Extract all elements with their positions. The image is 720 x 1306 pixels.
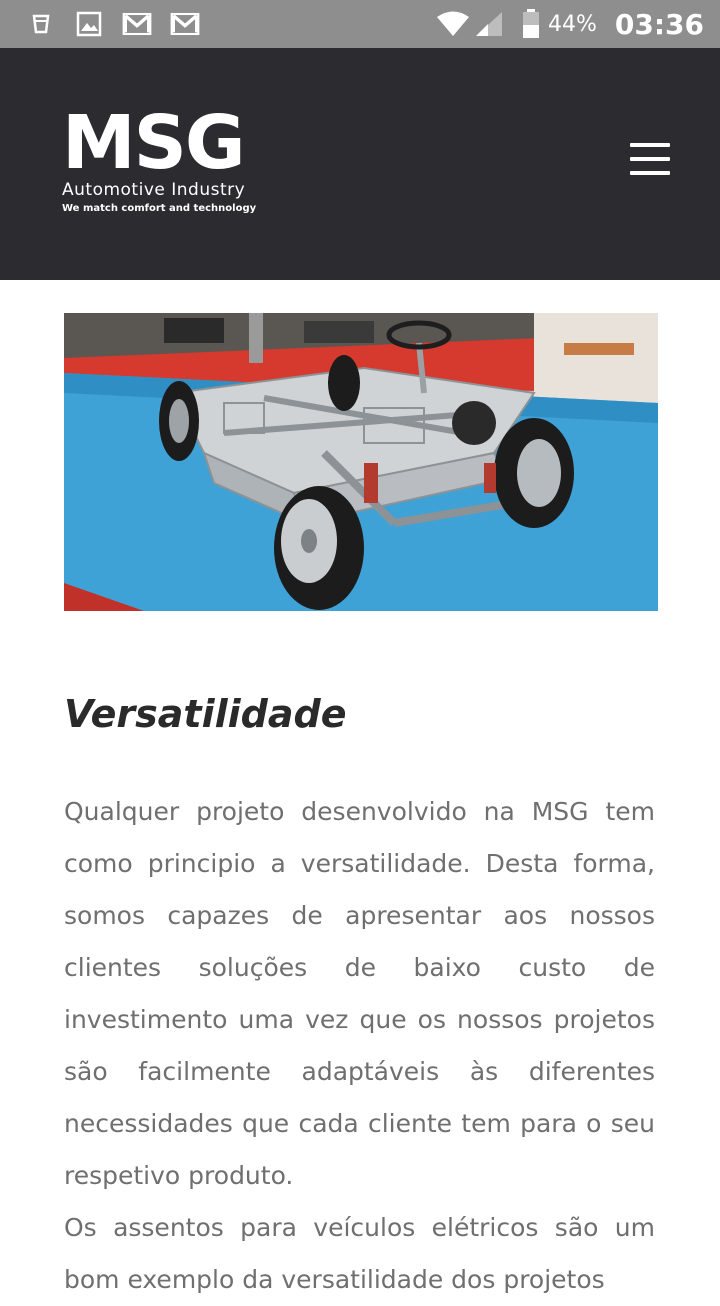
logo-subtitle: Automotive Industry — [62, 180, 246, 200]
chassis-photo — [64, 313, 658, 611]
clock: 03:36 — [614, 7, 704, 41]
article: Versatilidade Qualquer projeto desenvolv… — [64, 686, 655, 1306]
section-title: Versatilidade — [64, 692, 347, 736]
gmail-icon — [170, 12, 200, 36]
signal-icon — [475, 12, 502, 36]
cup-icon — [32, 14, 50, 34]
brand-logo[interactable]: MSG Automotive Industry We match comfort… — [62, 106, 262, 216]
status-bar: 44% 03:36 — [0, 0, 720, 48]
logo-tagline: We match comfort and technology — [62, 203, 257, 214]
wifi-icon — [436, 11, 469, 36]
menu-bar — [630, 143, 670, 147]
logo-text: MSG — [62, 106, 244, 176]
image-icon — [76, 11, 102, 37]
battery-icon — [522, 9, 539, 38]
battery-percent: 44% — [547, 11, 597, 37]
menu-bar — [630, 171, 670, 175]
article-paragraph: Qualquer projeto desenvolvido na MSG tem… — [64, 797, 655, 1190]
system-indicators: 44% 03:36 — [436, 6, 704, 42]
gmail-icon — [122, 12, 152, 36]
notification-icons — [26, 10, 200, 38]
hamburger-menu-button[interactable] — [630, 143, 670, 177]
msg-logo-mark: MSG — [62, 106, 246, 176]
article-paragraph: Os assentos para veículos elétricos são … — [64, 1213, 655, 1294]
site-header: MSG Automotive Industry We match comfort… — [0, 48, 720, 280]
menu-bar — [630, 157, 670, 161]
